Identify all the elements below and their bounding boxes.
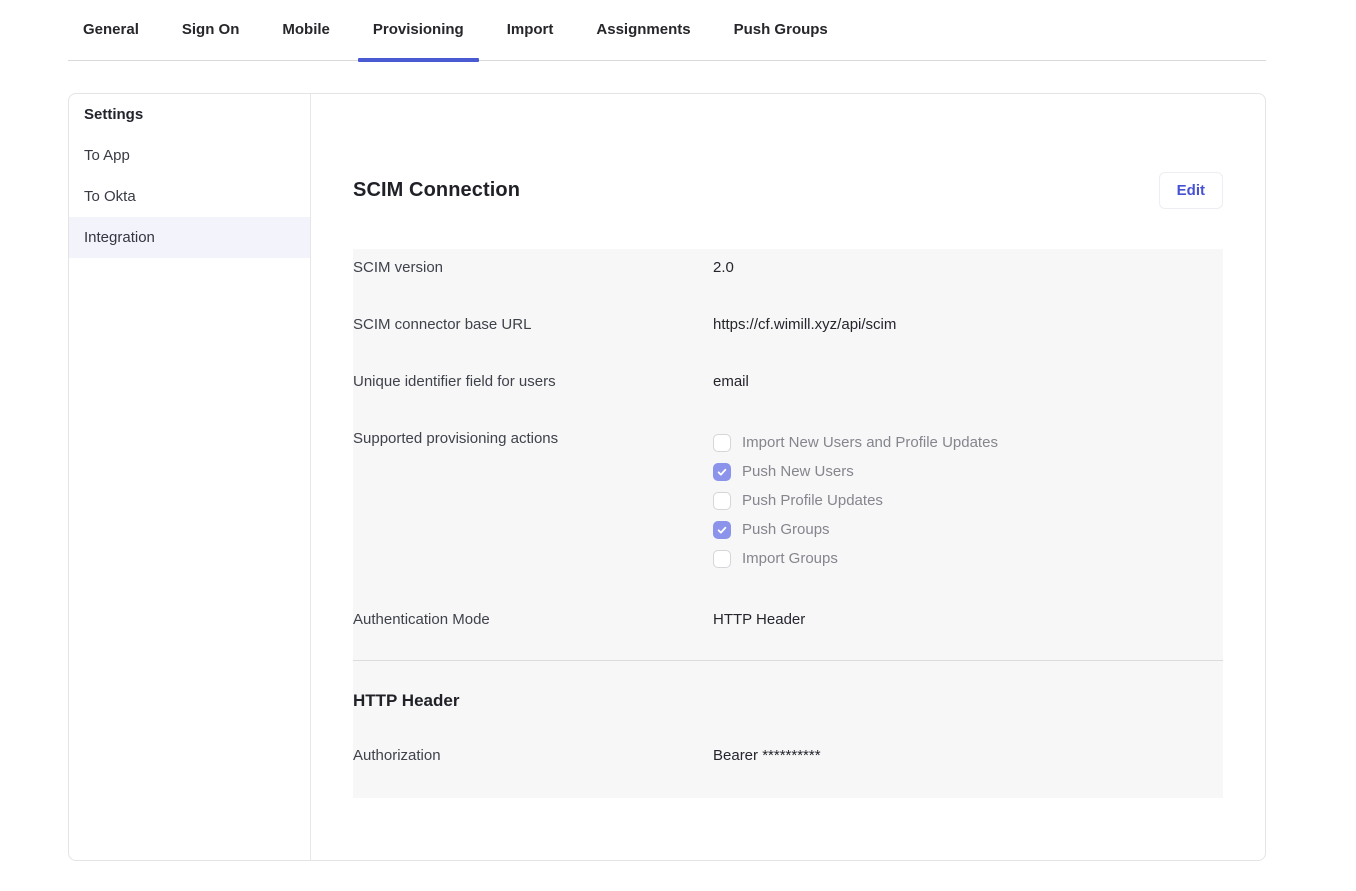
field-value: email [713, 371, 749, 392]
checkbox-import-new-users[interactable] [713, 434, 731, 452]
tab-assignments[interactable]: Assignments [581, 21, 705, 60]
tab-general[interactable]: General [68, 21, 154, 60]
tab-provisioning[interactable]: Provisioning [358, 21, 479, 60]
field-row-unique-identifier: Unique identifier field for users email [353, 371, 1223, 428]
field-value: Bearer ********** [713, 745, 821, 766]
field-row-scim-version: SCIM version 2.0 [353, 257, 1223, 314]
tab-sign-on[interactable]: Sign On [167, 21, 255, 60]
field-label: Unique identifier field for users [353, 371, 713, 392]
checkbox-push-profile-updates[interactable] [713, 492, 731, 510]
field-label: Authorization [353, 745, 713, 766]
checkbox-row-push-new-users: Push New Users [713, 457, 998, 486]
field-value: HTTP Header [713, 609, 805, 630]
field-row-provisioning-actions: Supported provisioning actions Import Ne… [353, 428, 1223, 609]
checkbox-import-groups[interactable] [713, 550, 731, 568]
field-label: SCIM version [353, 257, 713, 278]
scim-connection-panel: SCIM version 2.0 SCIM connector base URL… [353, 249, 1223, 798]
main-content: SCIM Connection Edit SCIM version 2.0 SC… [311, 94, 1265, 860]
tab-push-groups[interactable]: Push Groups [719, 21, 843, 60]
section-header: SCIM Connection Edit [353, 172, 1223, 209]
sidebar-item-to-app[interactable]: To App [69, 135, 310, 176]
checkbox-label: Push Groups [742, 519, 830, 540]
check-icon [716, 524, 728, 536]
checkbox-row-import-new-users: Import New Users and Profile Updates [713, 428, 998, 457]
checkbox-label: Push Profile Updates [742, 490, 883, 511]
provisioning-card: Settings To App To Okta Integration SCIM… [68, 93, 1266, 861]
field-row-auth-mode: Authentication Mode HTTP Header [353, 609, 1223, 660]
sidebar-header-settings: Settings [69, 94, 310, 135]
checkbox-label: Import Groups [742, 548, 838, 569]
settings-sidebar: Settings To App To Okta Integration [69, 94, 311, 860]
checkbox-label: Import New Users and Profile Updates [742, 432, 998, 453]
field-label: Authentication Mode [353, 609, 713, 630]
checkbox-row-push-groups: Push Groups [713, 515, 998, 544]
sidebar-item-integration[interactable]: Integration [69, 217, 310, 258]
field-value: 2.0 [713, 257, 734, 278]
http-header-section-title: HTTP Header [353, 691, 1223, 711]
field-row-base-url: SCIM connector base URL https://cf.wimil… [353, 314, 1223, 371]
page-title: SCIM Connection [353, 179, 520, 202]
checkbox-push-groups[interactable] [713, 521, 731, 539]
field-label: SCIM connector base URL [353, 314, 713, 335]
section-divider [353, 660, 1223, 661]
field-row-authorization: Authorization Bearer ********** [353, 745, 1223, 766]
checkbox-push-new-users[interactable] [713, 463, 731, 481]
checkbox-row-push-profile-updates: Push Profile Updates [713, 486, 998, 515]
app-tab-bar: General Sign On Mobile Provisioning Impo… [68, 0, 1266, 61]
tab-import[interactable]: Import [492, 21, 569, 60]
provisioning-actions-group: Import New Users and Profile Updates Pus… [713, 428, 998, 573]
field-value: https://cf.wimill.xyz/api/scim [713, 314, 896, 335]
check-icon [716, 466, 728, 478]
edit-button[interactable]: Edit [1159, 172, 1223, 209]
field-label: Supported provisioning actions [353, 428, 713, 449]
checkbox-row-import-groups: Import Groups [713, 544, 998, 573]
checkbox-label: Push New Users [742, 461, 854, 482]
tab-mobile[interactable]: Mobile [267, 21, 345, 60]
sidebar-item-to-okta[interactable]: To Okta [69, 176, 310, 217]
